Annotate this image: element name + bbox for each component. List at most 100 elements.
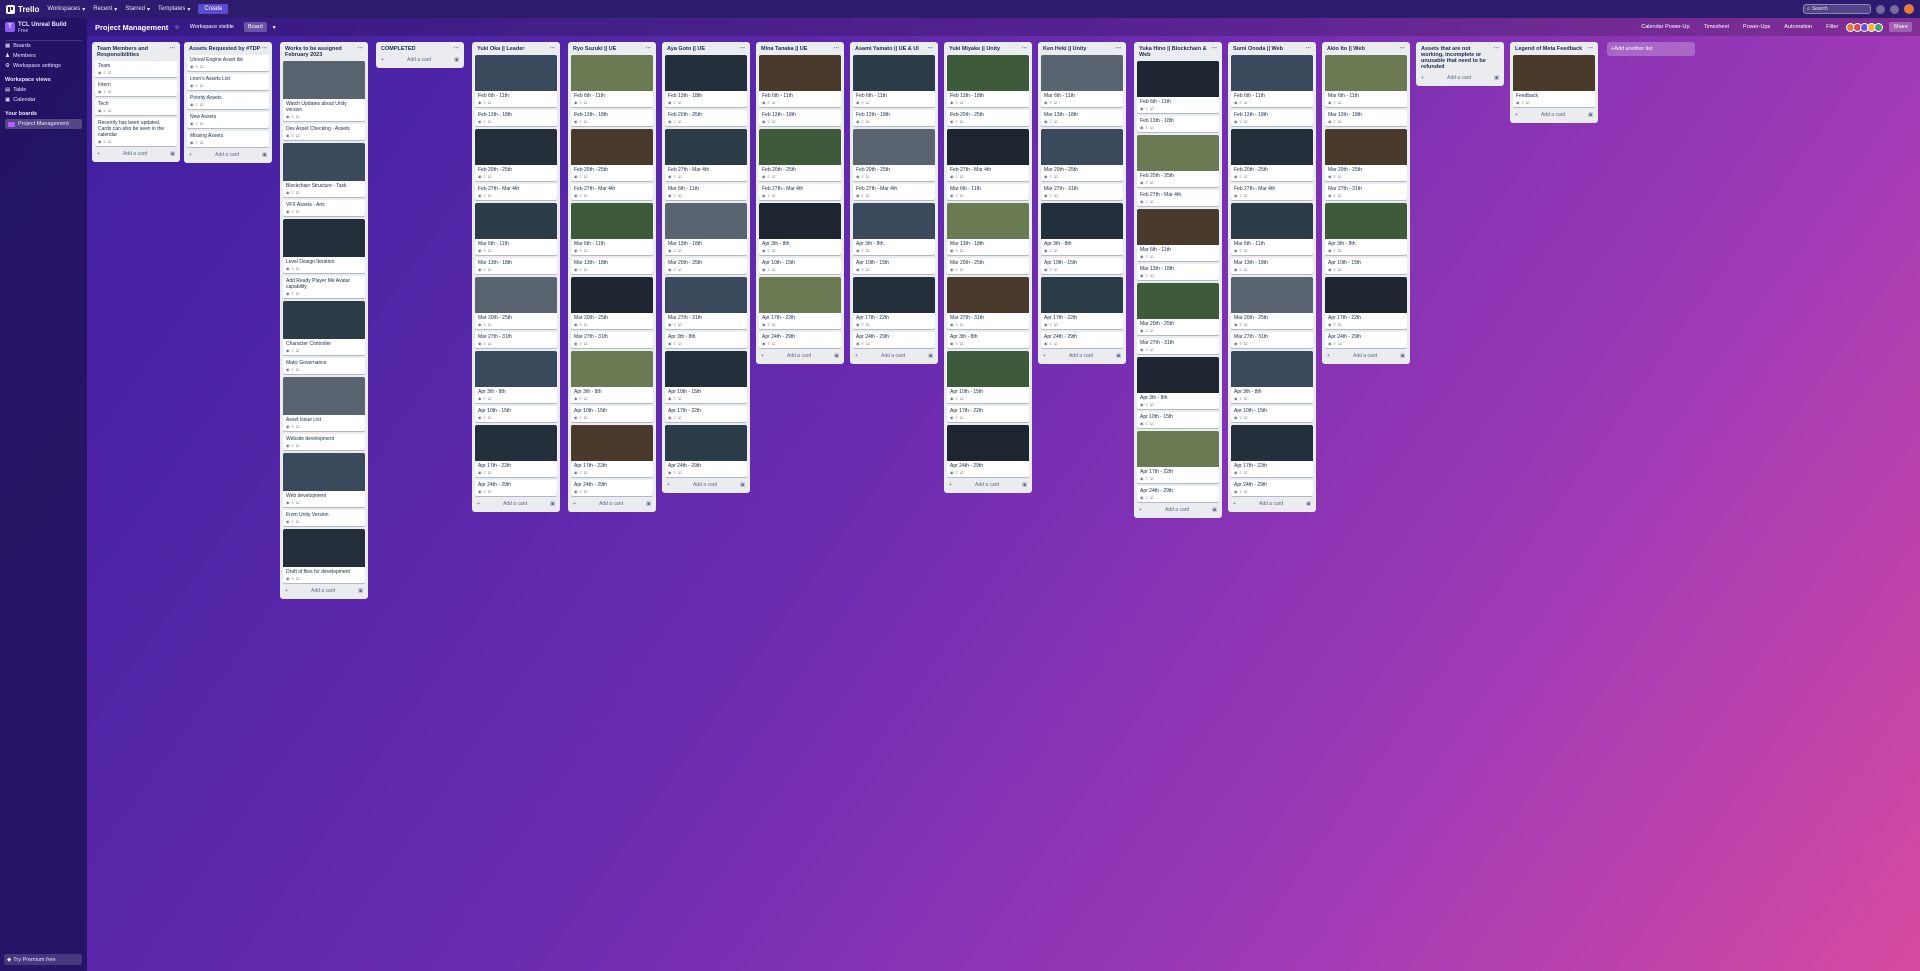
card[interactable]: Mar 13th - 18th ◉ ≡ ☑ xyxy=(1041,110,1123,126)
card[interactable]: Feb 27th - Mar 4th ◉ ≡ ☑ xyxy=(1231,184,1313,200)
card[interactable]: Team ◉ ≡ ☑ xyxy=(95,61,177,77)
add-card-button[interactable]: + Add a card ▣ xyxy=(1231,499,1313,509)
share-button[interactable]: Share xyxy=(1889,22,1912,32)
card[interactable]: Apr 3th - 8th ◉ ≡ ☑ xyxy=(947,332,1029,348)
add-card-button[interactable]: + Add a card ▣ xyxy=(853,351,935,361)
card[interactable]: Mar 13th - 18th ◉ ≡ ☑ xyxy=(1137,264,1219,280)
card[interactable]: Feb 13th - 18th ◉ ≡ ☑ xyxy=(759,110,841,126)
card[interactable]: Feb 20th - 25th ◉ ≡ ☑ xyxy=(947,110,1029,126)
card[interactable]: Apr 3th - 8th ◉ ≡ ☑ xyxy=(571,351,653,403)
create-button[interactable]: Create xyxy=(198,4,229,14)
card[interactable]: Apr 10th - 15th ◉ ≡ ☑ xyxy=(1041,258,1123,274)
board-view-button[interactable]: Board xyxy=(243,22,267,32)
add-card-button[interactable]: + Add a card ▣ xyxy=(1513,110,1595,120)
card[interactable]: Apr 3th - 8th ◉ ≡ ☑ xyxy=(759,203,841,255)
card[interactable]: Asset Issue List ◉ ≡ ☑ xyxy=(283,377,365,431)
card[interactable]: Feb 6th - 11th ◉ ≡ ☑ xyxy=(475,55,557,107)
card[interactable]: New Assets ◉ ≡ ☑ xyxy=(187,112,269,128)
card[interactable]: Feb 13th - 18th ◉ ≡ ☑ xyxy=(1137,116,1219,132)
card[interactable]: Blockchain Structure - Task ◉ ≡ ☑ xyxy=(283,143,365,197)
nav-templates[interactable]: Templates ▾ xyxy=(158,6,190,13)
card[interactable]: Mar 6th - 11th ◉ ≡ ☑ xyxy=(1325,55,1407,107)
card[interactable]: Mar 27th - 31th ◉ ≡ ☑ xyxy=(665,277,747,329)
list-menu-icon[interactable]: ⋯ xyxy=(1306,46,1312,52)
card-template-icon[interactable]: ▣ xyxy=(928,353,933,359)
list-title[interactable]: Mina Tanaka || UE ⋯ xyxy=(759,45,841,55)
card-template-icon[interactable]: ▣ xyxy=(358,588,363,594)
card-template-icon[interactable]: ▣ xyxy=(262,152,267,158)
user-avatar[interactable] xyxy=(1904,4,1914,14)
card[interactable]: Apr 17th - 22th ◉ ≡ ☑ xyxy=(1041,277,1123,329)
list-title[interactable]: COMPLETED ⋯ xyxy=(379,45,461,55)
card[interactable]: Apr 24th - 29th ◉ ≡ ☑ xyxy=(665,425,747,477)
sidebar-item-boards[interactable]: ▦ Boards xyxy=(5,41,82,51)
add-card-button[interactable]: + Add a card ▣ xyxy=(947,480,1029,490)
card[interactable]: Feb 13th - 18th ◉ ≡ ☑ xyxy=(665,55,747,107)
list-menu-icon[interactable]: ⋯ xyxy=(1494,46,1500,70)
card[interactable]: Apr 3th - 8th ◉ ≡ ☑ xyxy=(475,351,557,403)
card[interactable]: Feedback ◉ ≡ ☑ xyxy=(1513,55,1595,107)
list-menu-icon[interactable]: ⋯ xyxy=(834,46,840,52)
card[interactable]: Watch Updates about Unity version ◉ ≡ ☑ xyxy=(283,61,365,121)
list-menu-icon[interactable]: ⋯ xyxy=(1400,46,1406,52)
card-template-icon[interactable]: ▣ xyxy=(550,501,555,507)
card[interactable]: Apr 10th - 15th ◉ ≡ ☑ xyxy=(1137,412,1219,428)
card[interactable]: Mar 27th - 31th ◉ ≡ ☑ xyxy=(1041,184,1123,200)
card[interactable]: Mar 20th - 25th ◉ ≡ ☑ xyxy=(1041,129,1123,181)
card[interactable]: Feb 6th - 11th ◉ ≡ ☑ xyxy=(759,55,841,107)
card[interactable]: Apr 24th - 29th ◉ ≡ ☑ xyxy=(947,425,1029,477)
list-title[interactable]: Asami Yamato || UE & UI ⋯ xyxy=(853,45,935,55)
trello-logo[interactable]: Trello xyxy=(6,4,39,14)
add-card-button[interactable]: + Add a card ▣ xyxy=(475,499,557,509)
card[interactable]: Level Design Iteration ◉ ≡ ☑ xyxy=(283,219,365,273)
card[interactable]: Feb 13th - 18th ◉ ≡ ☑ xyxy=(1231,110,1313,126)
list-menu-icon[interactable]: ⋯ xyxy=(740,46,746,52)
automation-button[interactable]: Automation xyxy=(1780,22,1816,32)
card[interactable]: Mar 6th - 11th ◉ ≡ ☑ xyxy=(571,203,653,255)
card[interactable]: Feb 20th - 25th ◉ ≡ ☑ xyxy=(665,110,747,126)
card[interactable]: Apr 10th - 15th ◉ ≡ ☑ xyxy=(1325,258,1407,274)
card[interactable]: Mar 20th - 25th ◉ ≡ ☑ xyxy=(1137,283,1219,335)
card[interactable]: Tech ◉ ≡ ☑ xyxy=(95,99,177,115)
card[interactable]: Feb 27th - Mar 4th ◉ ≡ ☑ xyxy=(665,129,747,181)
nav-starred[interactable]: Starred ▾ xyxy=(125,6,150,13)
card[interactable]: Apr 24th - 29th ◉ ≡ ☑ xyxy=(1325,332,1407,348)
list-menu-icon[interactable]: ⋯ xyxy=(1116,46,1122,52)
card[interactable]: Feb 6th - 11th ◉ ≡ ☑ xyxy=(1137,61,1219,113)
card[interactable]: Apr 10th - 15th ◉ ≡ ☑ xyxy=(853,258,935,274)
list-menu-icon[interactable]: ⋯ xyxy=(358,46,364,58)
card[interactable]: Feb 20th - 25th ◉ ≡ ☑ xyxy=(853,129,935,181)
card[interactable]: Mar 6th - 11th ◉ ≡ ☑ xyxy=(475,203,557,255)
card[interactable]: Mar 20th - 25th ◉ ≡ ☑ xyxy=(1325,129,1407,181)
list-title[interactable]: Ryo Suzuki || UE ⋯ xyxy=(571,45,653,55)
card[interactable]: Apr 10th - 15th ◉ ≡ ☑ xyxy=(571,406,653,422)
power-ups-button[interactable]: Power-Ups xyxy=(1739,22,1774,32)
card[interactable]: Apr 17th - 22th ◉ ≡ ☑ xyxy=(947,406,1029,422)
card[interactable]: Feb 27th - Mar 4th ◉ ≡ ☑ xyxy=(571,184,653,200)
card[interactable]: Mar 6th - 11th ◉ ≡ ☑ xyxy=(1137,209,1219,261)
list-title[interactable]: Assets Requested by #TDP ⋯ xyxy=(187,45,269,55)
add-list-button[interactable]: + Add another list xyxy=(1607,42,1695,56)
card[interactable]: Missing Assets ◉ ≡ ☑ xyxy=(187,131,269,147)
board-title[interactable]: Project Management xyxy=(95,23,168,32)
card[interactable]: Mar 13th - 18th ◉ ≡ ☑ xyxy=(947,203,1029,255)
card[interactable]: Unreal Engine Asset list ◉ ≡ ☑ xyxy=(187,55,269,71)
card[interactable]: Mar 27th - 31th ◉ ≡ ☑ xyxy=(947,277,1029,329)
card-template-icon[interactable]: ▣ xyxy=(740,482,745,488)
card[interactable]: Mar 27th - 31th ◉ ≡ ☑ xyxy=(1137,338,1219,354)
card[interactable]: Mar 20th - 25th ◉ ≡ ☑ xyxy=(1231,277,1313,329)
card[interactable]: Feb 27th - Mar 4th ◉ ≡ ☑ xyxy=(759,184,841,200)
list-title[interactable]: Legend of Meta Feedback ⋯ xyxy=(1513,45,1595,55)
card[interactable]: Mar 13th - 18th ◉ ≡ ☑ xyxy=(1231,258,1313,274)
list-menu-icon[interactable]: ⋯ xyxy=(1588,46,1594,52)
card[interactable]: Apr 17th - 22th ◉ ≡ ☑ xyxy=(759,277,841,329)
card[interactable]: Mar 13th - 18th ◉ ≡ ☑ xyxy=(1325,110,1407,126)
add-card-button[interactable]: + Add a card ▣ xyxy=(665,480,747,490)
card[interactable]: Mar 20th - 25th ◉ ≡ ☑ xyxy=(665,258,747,274)
card[interactable]: Apr 24th - 29th ◉ ≡ ☑ xyxy=(1041,332,1123,348)
card[interactable]: Mar 13th - 18th ◉ ≡ ☑ xyxy=(571,258,653,274)
list-title[interactable]: Works to be assigned February 2023 ⋯ xyxy=(283,45,365,61)
nav-workspaces[interactable]: Workspaces ▾ xyxy=(47,6,85,13)
card[interactable]: Mar 6th - 11th ◉ ≡ ☑ xyxy=(1231,203,1313,255)
card[interactable]: Apr 17th - 22th ◉ ≡ ☑ xyxy=(853,277,935,329)
